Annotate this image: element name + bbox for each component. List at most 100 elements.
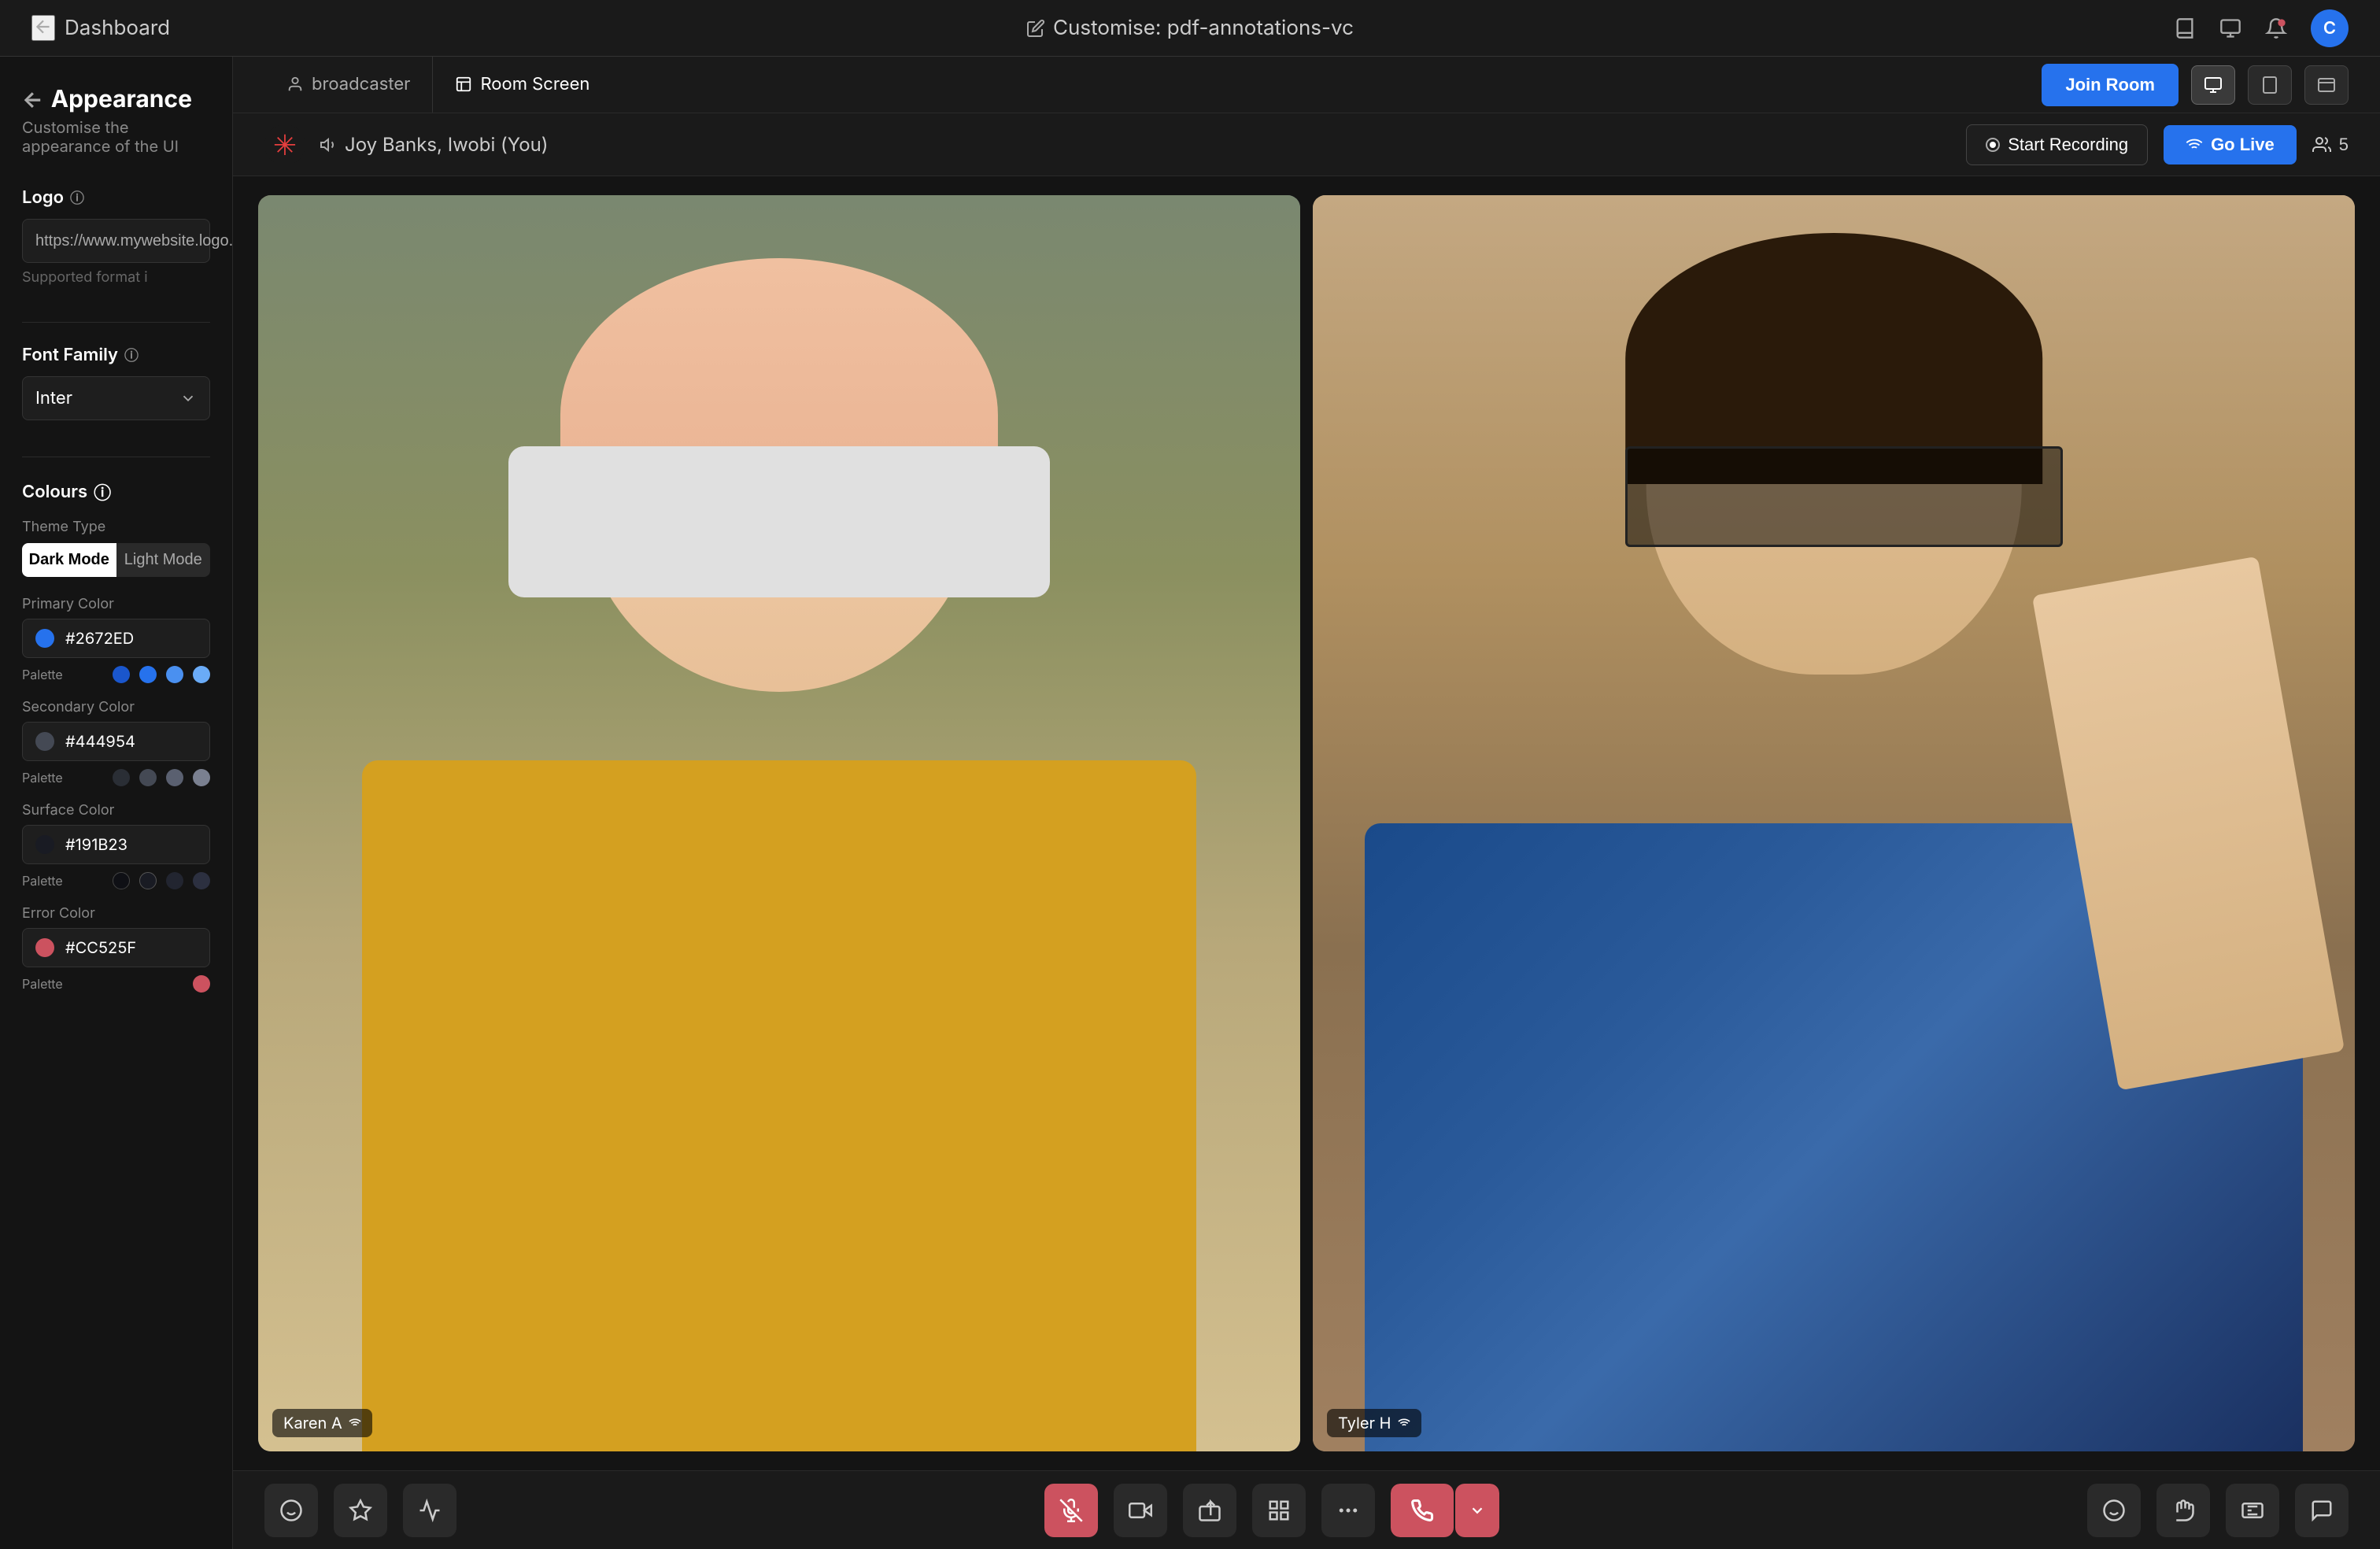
light-mode-button[interactable]: Light Mode	[116, 543, 211, 577]
laser-icon: ✳	[273, 128, 297, 162]
error-color-value: #CC525F	[65, 938, 136, 957]
notification-icon-button[interactable]	[2265, 17, 2287, 39]
emoji-reactions-button[interactable]	[264, 1484, 318, 1537]
more-icon	[1336, 1499, 1360, 1522]
surf-palette-dot-3[interactable]	[166, 872, 183, 889]
emoji-icon	[2102, 1499, 2126, 1522]
sec-palette-dot-3[interactable]	[166, 769, 183, 786]
chevron-down-icon	[179, 390, 197, 407]
monitor-view-icon	[2204, 76, 2223, 94]
font-selected-value: Inter	[35, 388, 72, 409]
screen-share-button[interactable]	[1183, 1484, 1236, 1537]
err-palette-dot-1[interactable]	[193, 975, 210, 993]
end-call-icon	[1410, 1499, 1434, 1522]
logo-url-input[interactable]	[35, 232, 233, 250]
captions-icon	[2241, 1499, 2264, 1522]
colours-info-icon: ⓘ	[94, 479, 111, 505]
primary-color-label: Primary Color	[22, 596, 210, 612]
customize-title: Customise: pdf-annotations-vc	[1053, 16, 1354, 40]
primary-palette-row: Palette	[22, 666, 210, 683]
palette-dot-1[interactable]	[113, 666, 130, 683]
video-toggle-button[interactable]	[1114, 1484, 1167, 1537]
window-view-button[interactable]	[2304, 65, 2349, 105]
monitor-icon-button[interactable]	[2219, 17, 2241, 39]
surf-palette-dot-1[interactable]	[113, 872, 130, 889]
room-screen-tab-label: Room Screen	[480, 74, 589, 94]
font-select-dropdown[interactable]: Inter	[22, 376, 210, 420]
end-call-button[interactable]	[1391, 1484, 1454, 1537]
emoji-button[interactable]	[2087, 1484, 2141, 1537]
primary-color-swatch[interactable]: #2672ED	[22, 619, 210, 658]
surf-palette-dot-2[interactable]	[139, 872, 157, 889]
room-topbar-right: Start Recording Go Live	[1966, 124, 2349, 165]
sparkle-effects-button[interactable]	[334, 1484, 387, 1537]
palette-dot-4[interactable]	[193, 666, 210, 683]
edit-icon	[1026, 19, 1045, 38]
participants-icon	[2312, 135, 2331, 154]
secondary-color-circle	[35, 732, 54, 751]
font-section: Font Family ⓘ Inter	[22, 345, 210, 420]
monitor-view-button[interactable]	[2191, 65, 2235, 105]
sec-palette-dot-1[interactable]	[113, 769, 130, 786]
chat-button[interactable]	[2295, 1484, 2349, 1537]
font-info-icon: ⓘ	[124, 345, 139, 365]
dark-mode-button[interactable]: Dark Mode	[22, 543, 116, 577]
topbar-center: Customise: pdf-annotations-vc	[346, 16, 2034, 40]
person-icon	[286, 76, 304, 93]
sidebar-subtitle: Customise the appearance of the UI	[22, 118, 210, 156]
sidebar: ← Appearance Customise the appearance of…	[0, 57, 233, 1549]
error-palette-row: Palette	[22, 975, 210, 993]
dashboard-back-button[interactable]	[31, 15, 55, 41]
window-view-icon	[2317, 76, 2336, 94]
end-call-more-button[interactable]	[1455, 1484, 1499, 1537]
sec-palette-dot-4[interactable]	[193, 769, 210, 786]
colours-label: Colours ⓘ	[22, 479, 210, 505]
palette-dot-3[interactable]	[166, 666, 183, 683]
palette-label-primary: Palette	[22, 667, 63, 682]
secondary-color-swatch[interactable]: #444954	[22, 722, 210, 761]
topbar-right: C	[2034, 9, 2349, 47]
logo-label: Logo ⓘ	[22, 187, 210, 208]
palette-label-error: Palette	[22, 976, 63, 992]
mic-mute-button[interactable]	[1044, 1484, 1098, 1537]
start-recording-button[interactable]: Start Recording	[1966, 124, 2148, 165]
tablet-view-button[interactable]	[2248, 65, 2292, 105]
topbar: Dashboard Customise: pdf-annotations-vc	[0, 0, 2380, 57]
captions-button[interactable]	[2226, 1484, 2279, 1537]
book-icon-button[interactable]	[2174, 17, 2196, 39]
more-options-button[interactable]	[1321, 1484, 1375, 1537]
audio-wave-button[interactable]	[403, 1484, 456, 1537]
sec-palette-dot-2[interactable]	[139, 769, 157, 786]
hand-raise-button[interactable]	[2156, 1484, 2210, 1537]
logo-section: Logo ⓘ ✕ Supported format i	[22, 187, 210, 286]
broadcaster-tab-label: broadcaster	[312, 74, 410, 94]
error-color-swatch[interactable]: #CC525F	[22, 928, 210, 967]
join-room-button[interactable]: Join Room	[2042, 64, 2179, 106]
tab-broadcaster[interactable]: broadcaster	[264, 57, 433, 113]
layout-button[interactable]	[1252, 1484, 1306, 1537]
surface-color-label: Surface Color	[22, 802, 210, 819]
secondary-palette-row: Palette	[22, 769, 210, 786]
go-live-button[interactable]: Go Live	[2164, 125, 2297, 165]
participants-button[interactable]: 5	[2312, 135, 2349, 155]
karen-video	[258, 195, 1300, 1451]
bottom-center-controls	[1044, 1484, 1499, 1537]
palette-label-secondary: Palette	[22, 770, 63, 786]
bottom-right-controls	[2087, 1484, 2349, 1537]
room-user-name: Joy Banks, Iwobi (You)	[345, 133, 549, 156]
sidebar-back[interactable]: ← Appearance	[22, 85, 210, 113]
surface-color-swatch[interactable]: #191B23	[22, 825, 210, 864]
colours-section: Colours ⓘ Theme Type Dark Mode Light Mod…	[22, 479, 210, 1008]
tab-room-screen[interactable]: Room Screen	[433, 57, 612, 113]
volume-icon-area: Joy Banks, Iwobi (You)	[320, 133, 549, 156]
video-icon	[1129, 1499, 1152, 1522]
secondary-color-value: #444954	[65, 732, 135, 751]
supported-format-text: Supported format i	[22, 269, 210, 286]
surf-palette-dot-4[interactable]	[193, 872, 210, 889]
mic-muted-icon	[1059, 1499, 1083, 1522]
tyler-wifi-icon	[1398, 1417, 1410, 1429]
error-color-circle	[35, 938, 54, 957]
palette-dot-2[interactable]	[139, 666, 157, 683]
emoji-reactions-icon	[279, 1499, 303, 1522]
error-color-label: Error Color	[22, 905, 210, 922]
